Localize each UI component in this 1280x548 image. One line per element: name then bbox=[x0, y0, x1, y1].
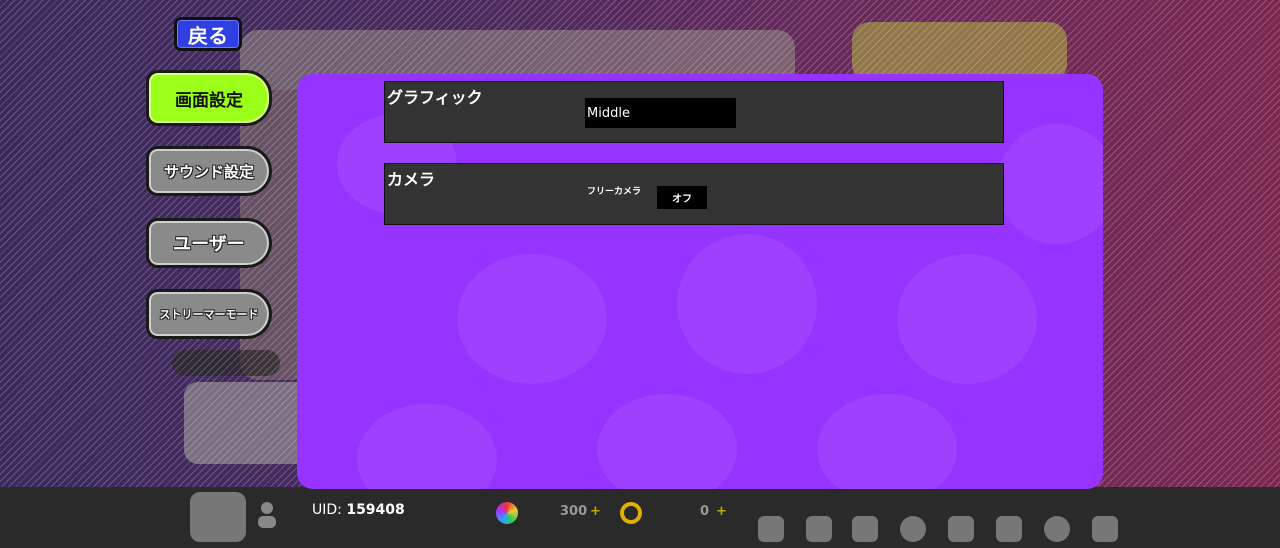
game-screen: 戻る 画面設定 サウンド設定 ユーザー ストリーマーモード グラフィック Mid… bbox=[0, 0, 1280, 548]
graphics-title: グラフィック bbox=[387, 88, 483, 107]
free-camera-label: フリーカメラ bbox=[587, 187, 642, 197]
coin-icon bbox=[620, 502, 642, 524]
school-icon[interactable] bbox=[852, 516, 878, 542]
person-icon[interactable] bbox=[758, 516, 784, 542]
uid-label: UID: bbox=[312, 502, 342, 518]
tab-sound-settings[interactable]: サウンド設定 bbox=[146, 146, 272, 196]
person-icon bbox=[258, 502, 276, 528]
uid-display: UID: 159408 bbox=[312, 502, 405, 518]
camera-setting-row: カメラ フリーカメラ オフ bbox=[384, 163, 1004, 225]
tab-user[interactable]: ユーザー bbox=[146, 218, 272, 268]
tab-display-settings[interactable]: 画面設定 bbox=[146, 70, 272, 126]
free-camera-toggle[interactable]: オフ bbox=[657, 186, 707, 209]
gem-icon bbox=[496, 502, 518, 524]
panel-decoration bbox=[677, 234, 817, 374]
back-button[interactable]: 戻る bbox=[174, 17, 242, 51]
background-card bbox=[852, 22, 1067, 82]
panel-decoration bbox=[457, 254, 607, 384]
tab-streamer-mode[interactable]: ストリーマーモード bbox=[146, 289, 272, 339]
add-coin-button[interactable]: + bbox=[716, 504, 727, 519]
megaphone-icon[interactable] bbox=[806, 516, 832, 542]
card-icon[interactable] bbox=[948, 516, 974, 542]
panel-decoration bbox=[597, 394, 737, 489]
panel-decoration bbox=[817, 394, 957, 489]
panel-decoration bbox=[997, 124, 1103, 244]
camera-title: カメラ bbox=[387, 170, 436, 189]
gear-icon[interactable] bbox=[1044, 516, 1070, 542]
gem-count: 300 bbox=[560, 504, 588, 519]
exit-icon[interactable] bbox=[1092, 516, 1118, 542]
question-icon[interactable] bbox=[900, 516, 926, 542]
add-gem-button[interactable]: + bbox=[590, 504, 601, 519]
uid-value: 159408 bbox=[346, 502, 405, 518]
panel-decoration bbox=[357, 404, 497, 489]
settings-panel: グラフィック Middle カメラ フリーカメラ オフ bbox=[297, 74, 1103, 489]
avatar[interactable] bbox=[190, 492, 246, 542]
mail-icon[interactable] bbox=[996, 516, 1022, 542]
background-pill bbox=[172, 350, 280, 376]
panel-decoration bbox=[897, 254, 1037, 384]
graphics-quality-select[interactable]: Middle bbox=[585, 98, 736, 128]
graphics-setting-row: グラフィック Middle bbox=[384, 81, 1004, 143]
coin-count: 0 bbox=[700, 504, 710, 519]
